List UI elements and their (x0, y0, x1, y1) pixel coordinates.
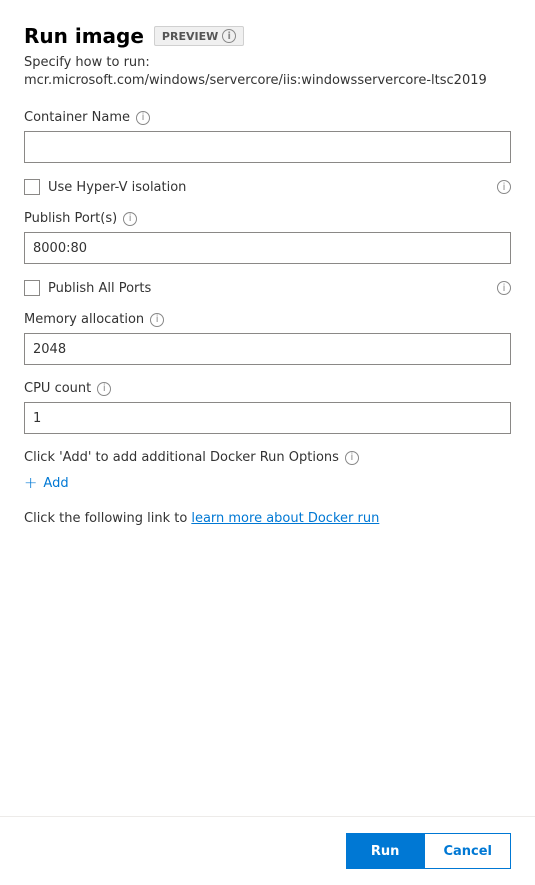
preview-badge: PREVIEW i (154, 26, 244, 46)
docker-run-help-row: Click the following link to learn more a… (24, 511, 511, 526)
publish-all-ports-row: Publish All Ports i (24, 280, 511, 296)
hyper-v-left: Use Hyper-V isolation (24, 179, 186, 195)
memory-allocation-info-icon[interactable]: i (150, 313, 164, 327)
publish-ports-info-icon[interactable]: i (123, 212, 137, 226)
container-name-group: Container Name i (24, 110, 511, 163)
publish-all-ports-info-icon[interactable]: i (497, 281, 511, 295)
subtitle: Specify how to run: mcr.microsoft.com/wi… (24, 54, 511, 90)
cpu-count-info-icon[interactable]: i (97, 382, 111, 396)
add-label: Add (43, 476, 68, 491)
container-name-info-icon[interactable]: i (136, 111, 150, 125)
hyper-v-checkbox[interactable] (24, 179, 40, 195)
cpu-count-label: CPU count i (24, 381, 511, 396)
add-plus-icon: + (24, 475, 37, 491)
publish-all-ports-left: Publish All Ports (24, 280, 151, 296)
cpu-count-group: CPU count i (24, 381, 511, 434)
hyper-v-row: Use Hyper-V isolation i (24, 179, 511, 195)
publish-ports-input[interactable] (24, 232, 511, 264)
page-title: Run image (24, 24, 144, 48)
docker-options-info-icon[interactable]: i (345, 451, 359, 465)
hyper-v-label: Use Hyper-V isolation (48, 180, 186, 195)
container-name-label: Container Name i (24, 110, 511, 125)
cancel-button[interactable]: Cancel (424, 833, 511, 869)
publish-all-ports-checkbox[interactable] (24, 280, 40, 296)
cpu-count-input[interactable] (24, 402, 511, 434)
memory-allocation-input[interactable] (24, 333, 511, 365)
memory-allocation-group: Memory allocation i (24, 312, 511, 365)
memory-allocation-label: Memory allocation i (24, 312, 511, 327)
publish-ports-group: Publish Port(s) i (24, 211, 511, 264)
docker-run-link[interactable]: learn more about Docker run (191, 511, 379, 526)
preview-info-icon[interactable]: i (222, 29, 236, 43)
publish-all-ports-label: Publish All Ports (48, 281, 151, 296)
run-button[interactable]: Run (346, 833, 425, 869)
docker-options-help: Click 'Add' to add additional Docker Run… (24, 450, 511, 465)
publish-ports-label: Publish Port(s) i (24, 211, 511, 226)
container-name-input[interactable] (24, 131, 511, 163)
footer-buttons: Run Cancel (0, 816, 535, 885)
hyper-v-info-icon[interactable]: i (497, 180, 511, 194)
add-button[interactable]: + Add (24, 475, 511, 491)
